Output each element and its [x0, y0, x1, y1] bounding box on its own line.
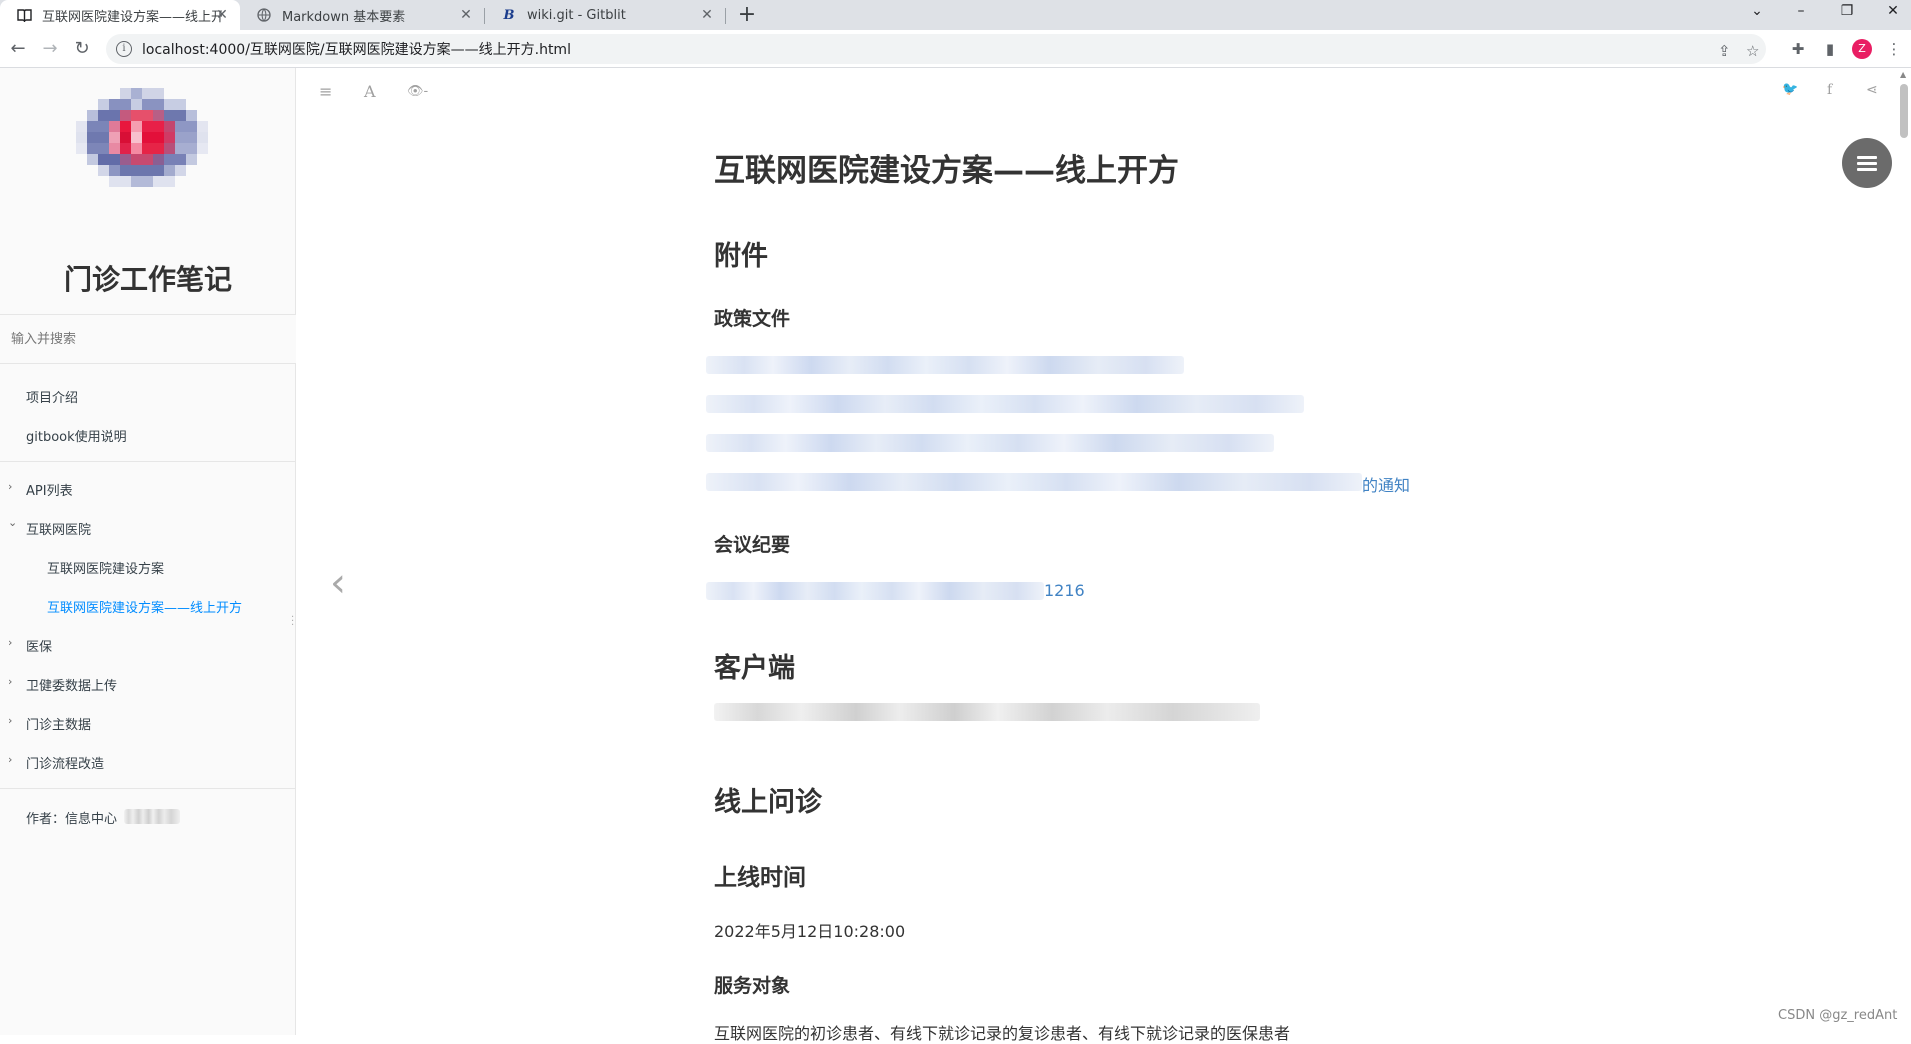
sidebar-item-label: 门诊流程改造	[26, 757, 105, 772]
heading-attachments: 附件	[714, 241, 768, 272]
site-info-icon[interactable]: i	[116, 41, 132, 57]
search-box	[0, 314, 296, 364]
share-icon[interactable]: ⋖	[1866, 82, 1878, 98]
tab-close-icon[interactable]: ✕	[458, 7, 474, 23]
tab-separator	[725, 8, 726, 24]
redacted-policy-link[interactable]	[706, 395, 1304, 413]
tab-title: wiki.git - Gitblit	[527, 7, 626, 23]
chevron-down-icon: ⌄	[8, 516, 18, 529]
reload-icon[interactable]: ↻	[70, 37, 94, 61]
tab-active[interactable]: 互联网医院建设方案——线上开方 ✕	[0, 0, 240, 30]
bookmark-star-icon[interactable]: ☆	[1746, 42, 1759, 60]
extensions-puzzle-icon[interactable]: ✚	[1787, 40, 1809, 58]
author-label: 作者：信息中心	[26, 812, 118, 827]
heading-launch-time: 上线时间	[714, 865, 806, 891]
sidebar-item-label: 互联网医院建设方案——线上开方	[47, 601, 243, 616]
launch-time-value: 2022年5月12日10:28:00	[714, 922, 906, 941]
share-icon[interactable]: ⇪	[1718, 42, 1731, 60]
sidebar-item-label: 门诊主数据	[26, 718, 92, 733]
tab-close-icon[interactable]: ✕	[699, 7, 715, 23]
sidebar-item-label: 互联网医院建设方案	[47, 562, 165, 577]
tab-title: Markdown 基本要素	[282, 9, 406, 25]
facebook-icon[interactable]: f	[1827, 82, 1832, 98]
font-settings-icon[interactable]: A	[364, 82, 376, 101]
tab-close-icon[interactable]: ✕	[214, 7, 230, 23]
back-arrow-icon[interactable]: ←	[6, 37, 30, 61]
redacted-policy-link[interactable]	[706, 356, 1184, 374]
redacted-author-name	[124, 809, 180, 824]
tab-search-icon[interactable]: ⌄	[1742, 3, 1772, 19]
policy-link-tail[interactable]: 的通知	[1362, 472, 1410, 496]
heading-service-target: 服务对象	[714, 975, 791, 997]
sidebar-item-label: gitbook使用说明	[26, 430, 127, 445]
sidebar-item-label: 互联网医院	[26, 523, 92, 538]
chevron-right-icon: ›	[8, 675, 13, 688]
minimize-icon[interactable]: –	[1786, 3, 1816, 19]
sidebar-item-label: 医保	[26, 640, 53, 655]
heading-meeting-minutes: 会议纪要	[714, 534, 791, 556]
previous-page-icon[interactable]: ‹	[330, 560, 346, 606]
window-close-icon[interactable]: ✕	[1878, 3, 1908, 19]
view-toggle-icon[interactable]: 👁-	[407, 84, 428, 99]
address-bar[interactable]: i localhost:4000/互联网医院/互联网医院建设方案——线上开方.h…	[106, 34, 1766, 64]
scrollbar-thumb[interactable]	[1900, 84, 1908, 138]
search-input[interactable]	[0, 315, 296, 363]
tab-markdown[interactable]: Markdown 基本要素 ✕	[240, 0, 484, 30]
gitblit-b-icon: B	[503, 7, 515, 23]
redacted-minutes-link[interactable]	[706, 582, 1044, 600]
site-logo-avatar	[76, 88, 208, 187]
sidebar-item-label: 项目介绍	[26, 391, 79, 406]
chevron-right-icon: ›	[8, 753, 13, 766]
side-panel-icon[interactable]: ▮	[1819, 40, 1841, 58]
heading-client: 客户端	[714, 653, 795, 684]
sidebar-item-label: API列表	[26, 484, 73, 499]
book-icon	[16, 7, 32, 23]
chevron-right-icon: ›	[8, 714, 13, 727]
sidebar-divider	[0, 788, 296, 789]
browser-tab-bar: 互联网医院建设方案——线上开方 ✕ Markdown 基本要素 ✕ B wiki…	[0, 0, 1911, 30]
redacted-client-text	[714, 703, 1260, 721]
csdn-watermark: CSDN @gz_redAnt	[1778, 1008, 1898, 1023]
sidebar-item-label: 卫健委数据上传	[26, 679, 118, 694]
scroll-up-arrow-icon[interactable]: ▲	[1900, 70, 1906, 79]
heading-online-consultation: 线上问诊	[714, 787, 822, 818]
tab-gitblit[interactable]: B wiki.git - Gitblit ✕	[485, 0, 725, 30]
floating-menu-button[interactable]	[1842, 138, 1892, 188]
minutes-link-tail[interactable]: 1216	[1044, 581, 1085, 600]
profile-avatar[interactable]: Z	[1852, 39, 1872, 59]
twitter-icon[interactable]: 🐦	[1782, 82, 1798, 97]
redacted-policy-link[interactable]	[706, 434, 1274, 452]
url-text: localhost:4000/互联网医院/互联网医院建设方案——线上开方.htm…	[142, 42, 571, 58]
service-target-text: 互联网医院的初诊患者、有线下就诊记录的复诊患者、有线下就诊记录的医保患者	[714, 1024, 1291, 1043]
toggle-sidebar-icon[interactable]: ≡	[319, 82, 332, 101]
site-title: 门诊工作笔记	[63, 263, 232, 296]
sidebar-resize-handle[interactable]: · · ·	[291, 613, 294, 631]
heading-policy-files: 政策文件	[714, 308, 791, 330]
book-sidebar: 门诊工作笔记 项目介绍 gitbook使用说明 › API列表 ⌄ 互联网医院 …	[0, 68, 296, 1035]
tab-title: 互联网医院建设方案——线上开方	[42, 9, 222, 25]
forward-arrow-icon[interactable]: →	[38, 37, 62, 61]
browser-toolbar: ← → ↻ i localhost:4000/互联网医院/互联网医院建设方案——…	[0, 30, 1911, 68]
chevron-right-icon: ›	[8, 636, 13, 649]
restore-icon[interactable]: ❐	[1832, 3, 1862, 19]
redacted-policy-link[interactable]	[706, 473, 1362, 491]
hamburger-icon	[1857, 153, 1877, 174]
new-tab-button[interactable]: +	[734, 2, 760, 27]
page-title: 互联网医院建设方案——线上开方	[714, 153, 1179, 189]
globe-icon	[256, 7, 272, 23]
sidebar-divider	[0, 461, 296, 462]
menu-dots-icon[interactable]: ⋮	[1883, 40, 1905, 58]
book-header: ≡ A 👁- 🐦 f ⋖	[296, 68, 1911, 118]
chevron-right-icon: ›	[8, 480, 13, 493]
